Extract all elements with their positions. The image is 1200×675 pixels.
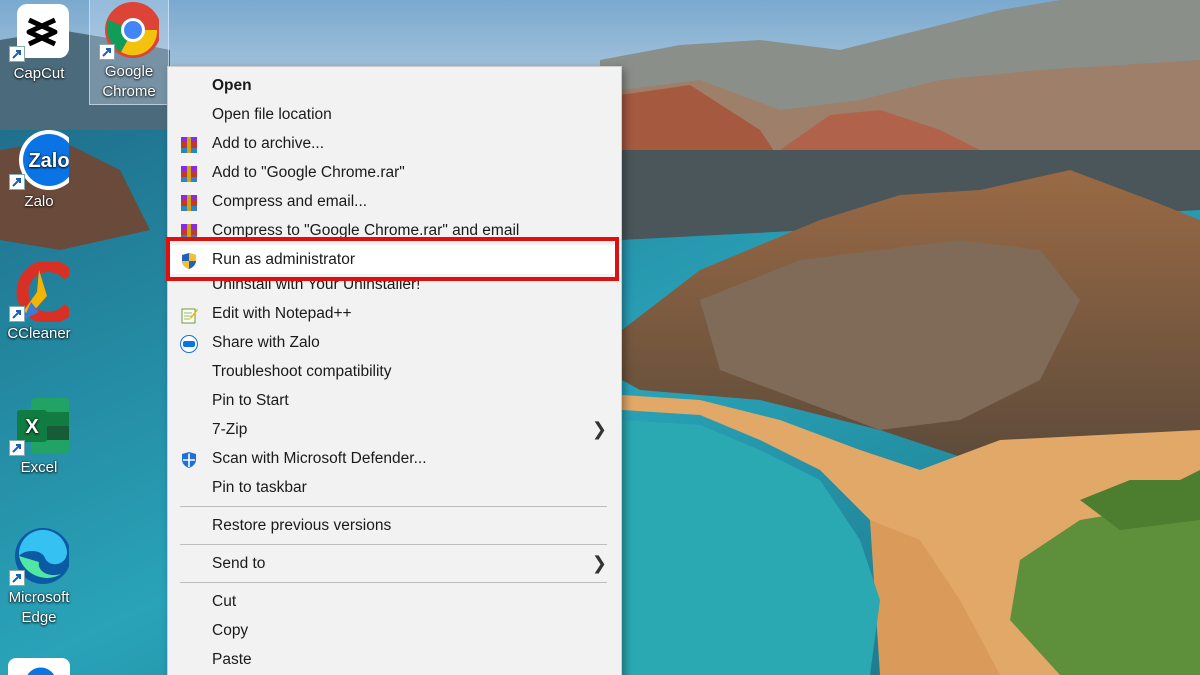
chevron-right-icon: ❯ xyxy=(591,419,607,439)
menu-item-label: Restore previous versions xyxy=(212,517,392,534)
shortcut-arrow-icon xyxy=(9,570,25,586)
menu-item-label: 7-Zip xyxy=(212,421,248,438)
shortcut-arrow-icon xyxy=(99,44,115,60)
menu-item-open[interactable]: Open xyxy=(168,71,621,100)
edge-icon xyxy=(9,526,71,586)
desktop-icon-label: Google Chrome xyxy=(102,63,156,100)
menu-item-add-to-rar[interactable]: Add to "Google Chrome.rar" xyxy=(168,158,621,187)
shortcut-arrow-icon xyxy=(9,174,25,190)
ccleaner-icon xyxy=(9,260,74,324)
menu-item-troubleshoot-compatibility[interactable]: Troubleshoot compatibility xyxy=(168,357,621,386)
menu-item-paste[interactable]: Paste xyxy=(168,645,621,674)
menu-item-label: Edit with Notepad++ xyxy=(212,305,352,322)
desktop-icon-ccleaner[interactable]: CCleaner xyxy=(0,260,78,344)
winrar-icon xyxy=(180,164,198,182)
zalo-logo-text: Zalo xyxy=(28,150,69,172)
desktop-icon-label: CCleaner xyxy=(7,325,71,342)
menu-item-label: Add to "Google Chrome.rar" xyxy=(212,164,405,181)
menu-item-label: Copy xyxy=(212,622,249,639)
menu-item-label: Share with Zalo xyxy=(212,334,320,351)
menu-item-compress-and-email[interactable]: Compress and email... xyxy=(168,187,621,216)
menu-item-label: Troubleshoot compatibility xyxy=(212,363,392,380)
menu-item-label: Paste xyxy=(212,651,252,668)
desktop-icon-edge[interactable]: Microsoft Edge xyxy=(0,526,78,628)
capcut-icon xyxy=(9,2,69,62)
menu-item-cut[interactable]: Cut xyxy=(168,587,621,616)
chrome-icon xyxy=(99,0,161,60)
menu-item-scan-with-defender[interactable]: Scan with Microsoft Defender... xyxy=(168,444,621,473)
desktop-icon-capcut[interactable]: CapCut xyxy=(0,2,78,84)
desktop-icon-google-chrome[interactable]: Google Chrome xyxy=(89,0,169,105)
menu-item-label: Open file location xyxy=(212,106,332,123)
desktop-icon-label: Microsoft Edge xyxy=(8,589,70,626)
menu-item-label: Pin to Start xyxy=(212,392,289,409)
menu-separator xyxy=(180,582,607,583)
desktop-icon-label: Zalo xyxy=(24,193,54,210)
zalo-icon: Zalo xyxy=(9,130,79,190)
menu-item-share-with-zalo[interactable]: Share with Zalo xyxy=(168,328,621,357)
notepadpp-icon xyxy=(180,305,198,324)
menu-item-label: Cut xyxy=(212,593,237,610)
svg-text:X: X xyxy=(25,416,39,438)
menu-item-send-to[interactable]: Send to ❯ xyxy=(168,549,621,578)
menu-item-label: Send to xyxy=(212,555,266,572)
desktop: CapCut Google Chrome Zalo Zalo CCleaner … xyxy=(0,0,1200,675)
menu-item-label: Scan with Microsoft Defender... xyxy=(212,450,427,467)
shortcut-arrow-icon xyxy=(9,46,25,62)
desktop-icon-label: CapCut xyxy=(13,65,65,82)
menu-item-7zip[interactable]: 7-Zip ❯ xyxy=(168,415,621,444)
menu-separator xyxy=(180,506,607,507)
menu-item-add-to-archive[interactable]: Add to archive... xyxy=(168,129,621,158)
desktop-icon-zalo[interactable]: Zalo Zalo xyxy=(0,130,79,212)
chevron-right-icon: ❯ xyxy=(591,553,607,573)
menu-item-label: Compress and email... xyxy=(212,193,368,210)
highlight-box xyxy=(166,237,619,281)
excel-icon: X xyxy=(9,396,69,456)
context-menu: Open Open file location Add to archive..… xyxy=(166,66,622,675)
shortcut-arrow-icon xyxy=(9,440,25,456)
menu-item-pin-to-taskbar[interactable]: Pin to taskbar xyxy=(168,473,621,502)
menu-item-label: Add to archive... xyxy=(212,135,325,152)
winrar-icon xyxy=(180,135,198,153)
menu-item-pin-to-start[interactable]: Pin to Start xyxy=(168,386,621,415)
desktop-icon-label: Excel xyxy=(20,459,58,476)
menu-item-label: Pin to taskbar xyxy=(212,479,307,496)
menu-item-edit-with-notepadpp[interactable]: Edit with Notepad++ xyxy=(168,299,621,328)
desktop-icon-excel[interactable]: X Excel xyxy=(0,396,78,478)
menu-item-open-file-location[interactable]: Open file location xyxy=(168,100,621,129)
menu-item-label: Open xyxy=(212,77,252,94)
zalo-icon xyxy=(180,334,198,353)
menu-item-restore-previous-versions[interactable]: Restore previous versions xyxy=(168,511,621,540)
winrar-icon xyxy=(180,193,198,211)
shortcut-arrow-icon xyxy=(9,306,25,322)
defender-icon xyxy=(180,450,198,468)
menu-item-copy[interactable]: Copy xyxy=(168,616,621,645)
menu-separator xyxy=(180,544,607,545)
partial-desktop-icon[interactable] xyxy=(8,658,70,675)
